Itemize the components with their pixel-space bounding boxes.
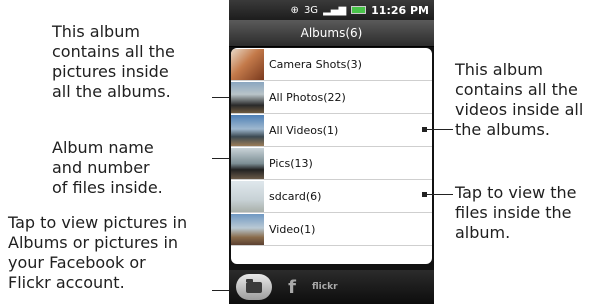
camera-shots-thumbnail xyxy=(231,48,264,80)
album-row-video[interactable]: Video(1) xyxy=(231,213,432,246)
album-row-all-videos[interactable]: All Videos(1) xyxy=(231,114,432,147)
callout-marker xyxy=(422,192,427,197)
album-row-all-photos[interactable]: All Photos(22) xyxy=(231,81,432,114)
battery-icon xyxy=(351,6,367,14)
album-label: All Photos(22) xyxy=(269,90,346,104)
page-title: Albums(6) xyxy=(229,20,434,47)
status-time: 11:26 PM xyxy=(371,3,429,17)
callout-tap-view-files: Tap to view the files inside the album. xyxy=(455,183,577,242)
status-bar: ⊕ 3G ▂▄▆ 11:26 PM xyxy=(229,0,434,20)
album-label: Pics(13) xyxy=(269,156,313,170)
tab-albums[interactable] xyxy=(236,274,272,300)
tab-flickr[interactable]: flickr xyxy=(312,282,338,292)
album-label: All Videos(1) xyxy=(269,123,339,137)
all-photos-thumbnail xyxy=(231,81,264,113)
callout-all-albums: This album contains all the pictures ins… xyxy=(52,22,175,101)
pics-thumbnail xyxy=(231,147,264,179)
all-videos-thumbnail xyxy=(231,114,264,146)
album-source-tabs: f flickr xyxy=(229,270,434,304)
album-row-pics[interactable]: Pics(13) xyxy=(231,147,432,180)
sdcard-thumbnail xyxy=(231,180,264,212)
folder-icon xyxy=(246,278,262,293)
signal-icon: ▂▄▆ xyxy=(323,4,347,16)
album-label: sdcard(6) xyxy=(269,189,322,203)
album-label: Video(1) xyxy=(269,222,316,236)
3g-icon: 3G xyxy=(303,4,319,16)
callout-line xyxy=(425,129,453,130)
callout-tap-view-pictures: Tap to view pictures in Albums or pictur… xyxy=(8,213,188,292)
callout-all-videos: This album contains all the videos insid… xyxy=(455,60,584,139)
callout-line xyxy=(425,194,453,195)
tab-facebook[interactable]: f xyxy=(278,277,306,298)
album-row-sdcard[interactable]: sdcard(6) xyxy=(231,180,432,213)
phone-screen: ⊕ 3G ▂▄▆ 11:26 PM Albums(6) Camera Shots… xyxy=(229,0,434,304)
album-row-camera-shots[interactable]: Camera Shots(3) xyxy=(231,48,432,81)
callout-album-name: Album name and number of files inside. xyxy=(52,138,163,197)
video-thumbnail xyxy=(231,213,264,245)
album-list: Camera Shots(3) All Photos(22) All Video… xyxy=(231,48,432,264)
callout-marker xyxy=(422,127,427,132)
album-label: Camera Shots(3) xyxy=(269,57,362,71)
headset-icon: ⊕ xyxy=(290,4,299,16)
